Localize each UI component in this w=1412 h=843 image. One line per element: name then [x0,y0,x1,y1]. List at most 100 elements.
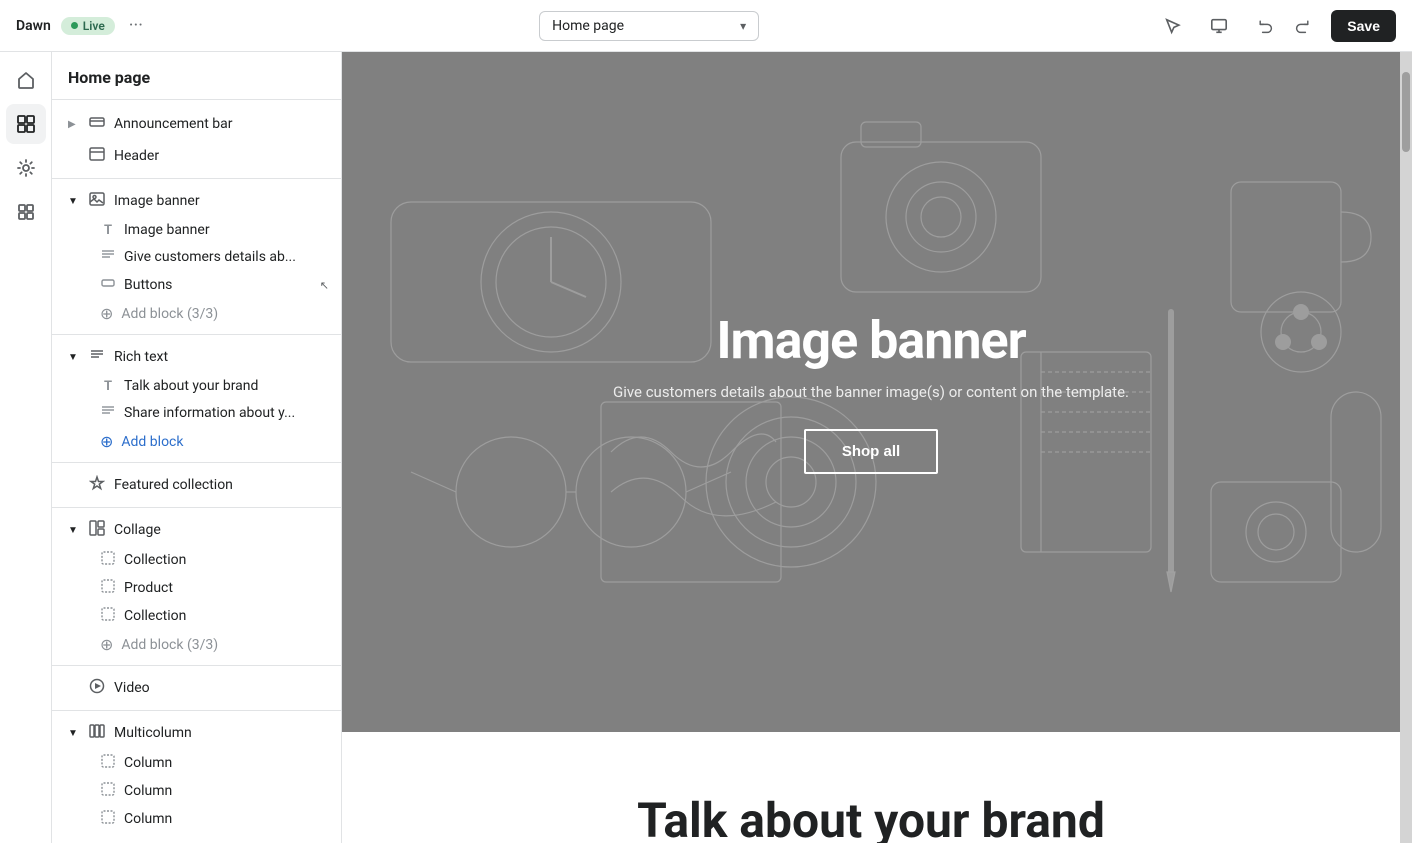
below-banner-title: Talk about your brand [382,792,1360,843]
rich-text-label: Rich text [114,349,329,365]
add-block-rich-text-label[interactable]: Add block [121,434,183,450]
sidebar-item-multicolumn[interactable]: ▼ Multicolumn [52,717,341,749]
live-badge: Live [61,17,115,35]
image-banner-preview: Image banner Give customers details abou… [342,52,1400,732]
text-icon: T [100,379,116,394]
column-2-label: Column [124,783,329,799]
product-label: Product [124,580,329,596]
sidebar-item-featured-collection[interactable]: ▶ Featured collection [52,469,341,501]
sidebar-item-header[interactable]: ▶ Header [52,140,341,172]
column-1-label: Column [124,755,329,771]
sidebar-child-buttons[interactable]: Buttons ↖ [52,271,341,299]
give-customers-label: Give customers details ab... [124,249,329,265]
topbar-right: Save [1155,8,1396,44]
topbar: Dawn Live ··· Home page ▾ [0,0,1412,52]
chevron-down-icon: ▾ [740,19,746,33]
banner-title: Image banner [613,310,1129,371]
sidebar-child-collection-1[interactable]: Collection [52,546,341,574]
more-options-button[interactable]: ··· [129,15,143,36]
theme-icon-button[interactable] [6,148,46,188]
add-block-collage: ⊕ Add block (3/3) [52,630,341,659]
main-layout: Home page ▶ Announcement bar ▶ Header [0,52,1412,843]
add-block-image-banner: ⊕ Add block (3/3) [52,299,341,328]
panel-header: Home page [52,52,341,100]
topbar-left: Dawn Live ··· [16,15,143,36]
selection-tool-button[interactable] [1155,8,1191,44]
divider-3 [52,462,341,463]
home-icon-button[interactable] [6,60,46,100]
sidebar-child-product[interactable]: Product [52,574,341,602]
sidebar-child-column-2[interactable]: Column [52,777,341,805]
box-icon [100,579,116,597]
left-panel: Home page ▶ Announcement bar ▶ Header [52,52,342,843]
page-selector-label: Home page [552,18,624,34]
divider-2 [52,334,341,335]
paragraph-icon [100,248,116,266]
cursor-icon: ↖ [320,279,329,292]
blocks-icon-button[interactable] [6,192,46,232]
save-button[interactable]: Save [1331,10,1396,42]
canvas-area: Image banner Give customers details abou… [342,52,1400,843]
undo-button[interactable] [1247,8,1283,44]
scrollbar-thumb[interactable] [1402,72,1410,152]
panel-title: Home page [68,68,325,87]
share-info-label: Share information about y... [124,405,329,421]
multicolumn-label: Multicolumn [114,725,329,741]
sidebar-child-column-1[interactable]: Column [52,749,341,777]
sidebar-item-image-banner[interactable]: ▼ Image banner [52,185,341,217]
add-block-image-banner-label: Add block (3/3) [121,306,218,322]
live-label: Live [83,19,105,33]
text-icon: T [100,223,116,238]
sidebar-child-talk-about[interactable]: T Talk about your brand [52,373,341,399]
sidebar-item-announcement-bar[interactable]: ▶ Announcement bar [52,108,341,140]
desktop-preview-button[interactable] [1201,8,1237,44]
add-block-rich-text[interactable]: ⊕ Add block [52,427,341,456]
below-banner-section: Talk about your brand [342,732,1400,843]
sections-icon-button[interactable] [6,104,46,144]
redo-button[interactable] [1285,8,1321,44]
collage-icon [88,520,106,540]
topbar-center: Home page ▾ [155,11,1143,41]
image-banner-block-label: Image banner [124,222,329,238]
box-icon [100,754,116,772]
collection-2-label: Collection [124,608,329,624]
sidebar-item-collage[interactable]: ▼ Collage [52,514,341,546]
sidebar-child-share-info[interactable]: Share information about y... [52,399,341,427]
talk-about-label: Talk about your brand [124,378,329,394]
box-icon [100,782,116,800]
image-banner-label: Image banner [114,193,329,209]
buttons-label: Buttons [124,277,308,293]
column-3-label: Column [124,811,329,827]
sidebar-item-rich-text[interactable]: ▼ Rich text [52,341,341,373]
sidebar-child-image-banner-block[interactable]: T Image banner [52,217,341,243]
box-icon [100,551,116,569]
header-label: Header [114,148,329,164]
announcement-bar-icon [88,114,106,134]
add-block-collage-label: Add block (3/3) [121,637,218,653]
paragraph-icon [100,404,116,422]
undo-redo-group [1247,8,1321,44]
theme-name: Dawn [16,18,51,34]
divider-4 [52,507,341,508]
video-icon [88,678,106,698]
toggle-icon: ▼ [68,196,80,207]
divider-1 [52,178,341,179]
sidebar-child-column-3[interactable]: Column [52,805,341,833]
right-scrollbar[interactable] [1400,52,1412,843]
sidebar-item-video[interactable]: ▶ Video [52,672,341,704]
sidebar-child-give-customers[interactable]: Give customers details ab... [52,243,341,271]
add-icon: ⊕ [100,635,113,654]
video-label: Video [114,680,329,696]
banner-subtitle: Give customers details about the banner … [613,383,1129,401]
toggle-icon: ▼ [68,352,80,363]
header-icon [88,146,106,166]
toggle-icon: ▶ [68,119,80,130]
add-blue-icon[interactable]: ⊕ [100,432,113,451]
announcement-bar-label: Announcement bar [114,116,329,132]
multicolumn-icon [88,723,106,743]
live-dot-icon [71,22,78,29]
sidebar-child-collection-2[interactable]: Collection [52,602,341,630]
featured-collection-label: Featured collection [114,477,329,493]
shop-all-button[interactable]: Shop all [804,429,938,474]
page-selector[interactable]: Home page ▾ [539,11,759,41]
